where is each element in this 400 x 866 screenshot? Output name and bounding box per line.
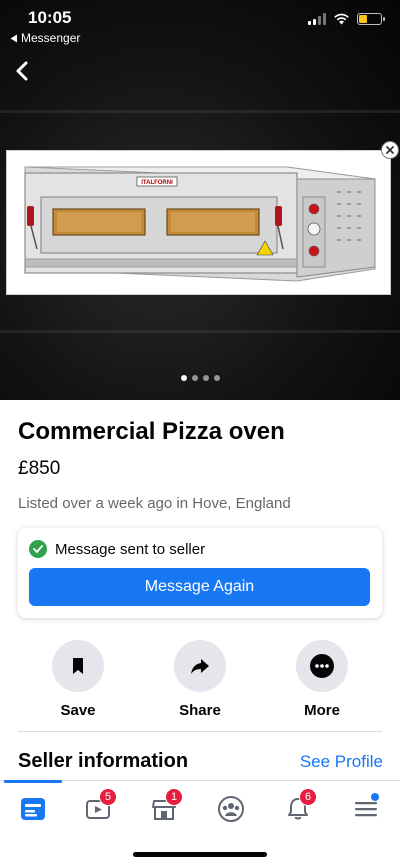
news-feed-icon — [21, 798, 45, 820]
back-button[interactable] — [8, 56, 38, 86]
message-sent-status: Message sent to seller — [29, 540, 205, 558]
pager-dot — [213, 375, 220, 381]
pizza-oven-illustration: ITALFORNI — [24, 166, 376, 282]
watch-badge: 5 — [99, 788, 117, 806]
listing-title: Commercial Pizza oven — [18, 418, 285, 445]
pager-dot-active — [180, 375, 187, 381]
battery-icon — [357, 13, 385, 25]
listing-price: £850 — [18, 458, 61, 479]
listing-actions: Save Share More — [0, 640, 400, 720]
hamburger-menu-icon — [355, 802, 377, 817]
save-label: Save — [60, 702, 96, 719]
message-card: Message sent to seller Message Again — [18, 528, 382, 618]
image-pager[interactable] — [0, 375, 400, 381]
menu-notification-dot — [371, 793, 379, 801]
tab-notifications[interactable]: 6 — [278, 788, 318, 827]
status-bar: 10:05 Messenger — [0, 0, 400, 50]
more-label: More — [304, 702, 340, 719]
photo-background — [0, 110, 400, 113]
pager-dot — [202, 375, 209, 381]
listing-photo-viewer[interactable]: 10:05 Messenger ITALFORNI — [0, 0, 400, 400]
oven-brand-label: ITALFORNI — [141, 180, 173, 186]
bookmark-icon — [73, 658, 83, 674]
message-again-button[interactable]: Message Again — [29, 568, 370, 606]
active-tab-indicator — [4, 780, 62, 783]
pager-dot — [191, 375, 198, 381]
listing-meta[interactable]: Listed over a week ago in Hove, England — [18, 495, 291, 512]
back-app-label: Messenger — [21, 31, 81, 45]
more-dots-icon — [310, 654, 334, 678]
section-divider — [18, 731, 382, 732]
marketplace-badge: 1 — [165, 788, 183, 806]
back-to-app-link[interactable]: Messenger — [10, 31, 80, 45]
home-indicator — [133, 852, 267, 857]
check-circle-icon — [29, 540, 47, 558]
close-icon — [386, 146, 394, 154]
tab-marketplace[interactable]: 1 — [144, 788, 184, 827]
share-arrow-icon — [191, 659, 209, 674]
notifications-badge: 6 — [299, 788, 317, 806]
share-label: Share — [179, 702, 221, 719]
tab-menu[interactable] — [346, 791, 386, 827]
tab-watch[interactable]: 5 — [78, 788, 118, 827]
wifi-icon — [334, 13, 349, 25]
signal-icon — [308, 13, 326, 25]
product-image: ITALFORNI — [6, 150, 391, 295]
see-profile-link[interactable]: See Profile — [300, 752, 383, 772]
status-time: 10:05 — [28, 8, 72, 27]
chevron-left-icon — [16, 61, 28, 81]
back-triangle-icon — [10, 34, 17, 42]
save-button[interactable]: Save — [38, 640, 118, 719]
groups-icon — [218, 796, 244, 822]
close-image-button[interactable] — [381, 141, 399, 159]
photo-background — [0, 330, 400, 333]
message-sent-label: Message sent to seller — [55, 540, 206, 558]
more-button[interactable]: More — [282, 640, 362, 719]
tab-groups[interactable] — [211, 791, 251, 827]
share-button[interactable]: Share — [160, 640, 240, 719]
seller-info-heading: Seller information — [18, 750, 189, 772]
tab-home[interactable] — [13, 791, 53, 827]
